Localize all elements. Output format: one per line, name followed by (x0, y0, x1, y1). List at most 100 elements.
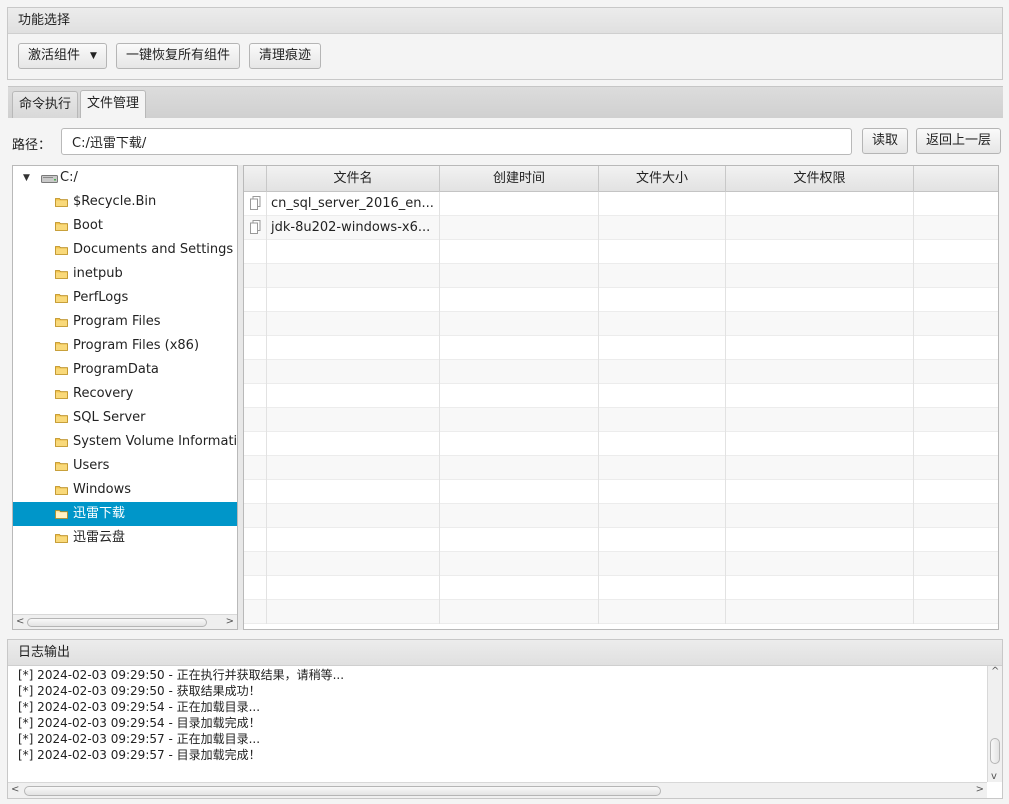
file-table[interactable]: 文件名 创建时间 文件大小 文件权限 cn_sql_server_2016_en… (243, 165, 999, 630)
cell-permission (726, 504, 914, 528)
cell-size (599, 408, 726, 432)
directory-tree[interactable]: ▼ C:/ $Recycle.Bin Boot Documents and Sett… (12, 165, 238, 630)
tree-item[interactable]: 迅雷云盘 (13, 526, 237, 550)
tree-item[interactable]: Program Files (13, 310, 237, 334)
cell-permission (726, 192, 914, 216)
tree-item[interactable]: Users (13, 454, 237, 478)
cell-icon (244, 264, 267, 288)
scrollbar-thumb[interactable] (27, 618, 207, 627)
table-row[interactable] (244, 408, 998, 432)
cell-filename: jdk-8u202-windows-x6... (267, 216, 440, 240)
scroll-down-icon[interactable]: v (991, 771, 997, 782)
table-row[interactable] (244, 528, 998, 552)
tree-item[interactable]: $Recycle.Bin (13, 190, 237, 214)
scroll-right-icon[interactable]: > (226, 615, 234, 629)
expand-arrow-icon[interactable]: ▼ (23, 166, 30, 190)
log-pane: 日志输出 [*] 2024-02-03 09:29:50 - 正在执行并获取结果… (7, 639, 1003, 799)
table-row[interactable] (244, 360, 998, 384)
scroll-right-icon[interactable]: > (976, 784, 984, 795)
cell-created (440, 360, 599, 384)
scroll-up-icon[interactable]: ^ (991, 666, 999, 677)
table-row[interactable]: cn_sql_server_2016_en... (244, 192, 998, 216)
cell-size (599, 240, 726, 264)
scrollbar-thumb[interactable] (990, 738, 1000, 764)
read-button[interactable]: 读取 (862, 128, 909, 154)
file-icon (250, 196, 261, 210)
cell-size (599, 528, 726, 552)
log-horizontal-scrollbar[interactable]: < > (8, 782, 987, 798)
column-header-size[interactable]: 文件大小 (599, 166, 726, 192)
cell-icon (244, 360, 267, 384)
log-line: [*] 2024-02-03 09:29:54 - 正在加载目录... (18, 700, 261, 714)
tree-item[interactable]: 迅雷下载 (13, 502, 237, 526)
folder-icon (55, 486, 68, 495)
table-row[interactable] (244, 576, 998, 600)
cell-icon (244, 504, 267, 528)
cell-created (440, 336, 599, 360)
tree-item[interactable]: Windows (13, 478, 237, 502)
cell-icon (244, 192, 267, 216)
table-row[interactable] (244, 264, 998, 288)
cell-created (440, 480, 599, 504)
icon-column-header (244, 166, 267, 192)
tree-item[interactable]: Program Files (x86) (13, 334, 237, 358)
tree-item[interactable]: PerfLogs (13, 286, 237, 310)
tree-item[interactable]: inetpub (13, 262, 237, 286)
cell-permission (726, 552, 914, 576)
log-output[interactable]: [*] 2024-02-03 09:29:50 - 正在执行并获取结果，请稍等.… (8, 666, 1002, 798)
table-row[interactable] (244, 240, 998, 264)
table-row[interactable] (244, 552, 998, 576)
table-row[interactable]: jdk-8u202-windows-x6... (244, 216, 998, 240)
scroll-left-icon[interactable]: < (11, 784, 19, 795)
folder-icon (55, 198, 68, 207)
table-row[interactable] (244, 504, 998, 528)
log-pane-title: 日志输出 (8, 640, 1002, 666)
log-vertical-scrollbar[interactable]: ^ v (987, 666, 1002, 782)
scroll-left-icon[interactable]: < (16, 615, 24, 629)
cell-created (440, 264, 599, 288)
restore-all-button[interactable]: 一键恢复所有组件 (116, 43, 241, 69)
table-row[interactable] (244, 384, 998, 408)
table-row[interactable] (244, 480, 998, 504)
table-row[interactable] (244, 432, 998, 456)
path-input[interactable] (61, 128, 852, 155)
activate-component-dropdown[interactable]: 激活组件 ▼ (18, 43, 107, 69)
cell-filename (267, 528, 440, 552)
table-row[interactable] (244, 336, 998, 360)
cell-created (440, 192, 599, 216)
tree-item[interactable]: Recovery (13, 382, 237, 406)
cell-permission (726, 528, 914, 552)
table-row[interactable] (244, 600, 998, 624)
tab-command-exec[interactable]: 命令执行 (12, 91, 79, 118)
column-header-created[interactable]: 创建时间 (440, 166, 599, 192)
cell-icon (244, 480, 267, 504)
cell-filename (267, 504, 440, 528)
tree-item[interactable]: System Volume Informati (13, 430, 237, 454)
column-header-filename[interactable]: 文件名 (267, 166, 440, 192)
table-row[interactable] (244, 288, 998, 312)
column-header-permission[interactable]: 文件权限 (726, 166, 914, 192)
folder-icon (55, 366, 68, 375)
folder-icon (55, 510, 68, 519)
cell-permission (726, 312, 914, 336)
cell-filename (267, 360, 440, 384)
cell-icon (244, 336, 267, 360)
scrollbar-thumb[interactable] (24, 786, 661, 796)
cell-size (599, 552, 726, 576)
tree-item[interactable]: ProgramData (13, 358, 237, 382)
tree-item[interactable]: Boot (13, 214, 237, 238)
clean-traces-button[interactable]: 清理痕迹 (249, 43, 322, 69)
table-row[interactable] (244, 456, 998, 480)
cell-size (599, 504, 726, 528)
go-up-button[interactable]: 返回上一层 (916, 128, 1002, 154)
tree-item[interactable]: SQL Server (13, 406, 237, 430)
activate-component-label: 激活组件 (28, 48, 81, 63)
table-row[interactable] (244, 312, 998, 336)
tab-file-manager[interactable]: 文件管理 (80, 90, 147, 118)
tree-root[interactable]: ▼ C:/ (13, 166, 237, 190)
tree-item[interactable]: Documents and Settings (13, 238, 237, 262)
tree-horizontal-scrollbar[interactable]: < > (13, 614, 237, 629)
cell-created (440, 288, 599, 312)
cell-created (440, 600, 599, 624)
cell-filename (267, 432, 440, 456)
